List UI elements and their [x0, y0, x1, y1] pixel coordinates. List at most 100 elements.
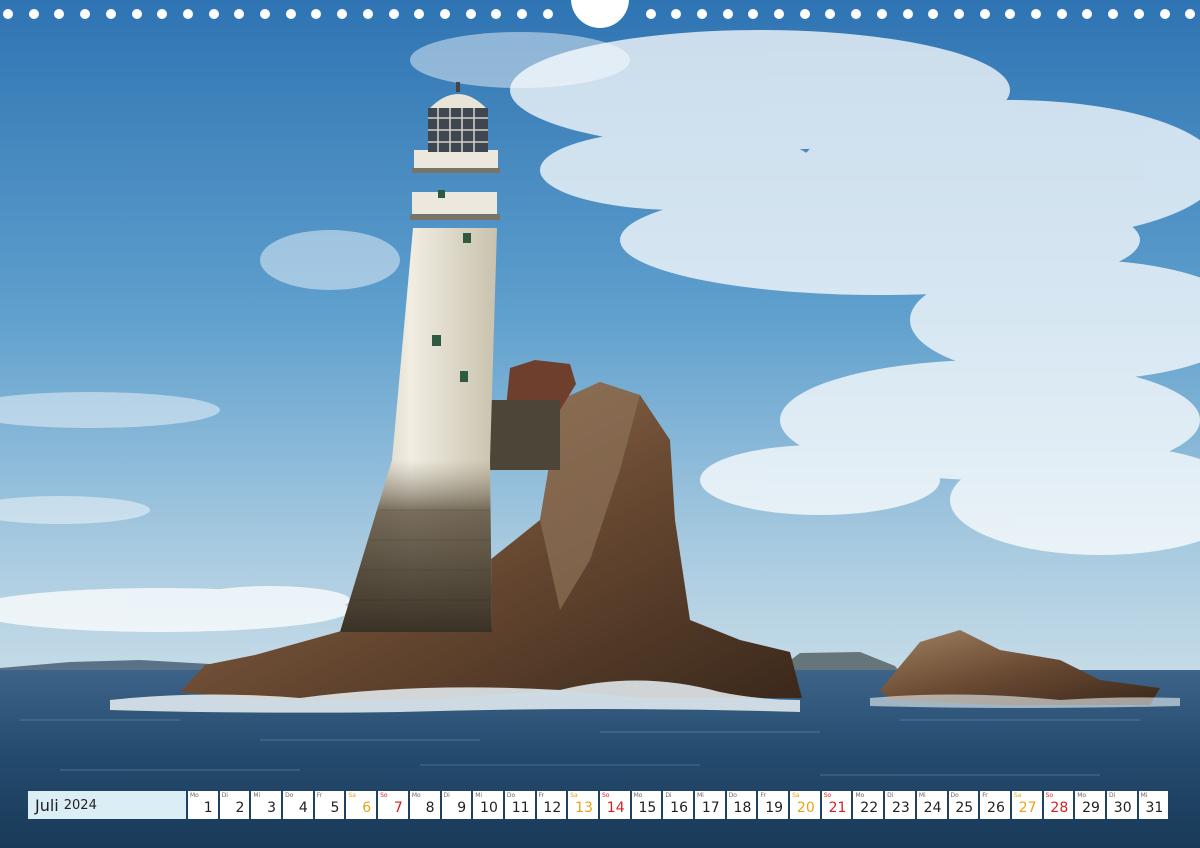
weekday-label: Fr [760, 792, 766, 799]
binding-hole [876, 9, 887, 19]
day-cell: Sa 27 [1011, 791, 1042, 819]
weekday-label: Do [950, 792, 959, 799]
day-number: 5 [330, 800, 340, 816]
day-number: 21 [828, 800, 847, 816]
binding-hole [80, 9, 91, 19]
binding-hole [928, 9, 939, 19]
weekday-label: Do [285, 792, 294, 799]
day-number: 8 [425, 800, 435, 816]
binding-hole [1056, 9, 1067, 19]
day-number: 1 [203, 800, 213, 816]
weekday-label: So [380, 792, 388, 799]
binding-hole [851, 9, 862, 19]
binding-hole [491, 9, 502, 19]
binding-hole [645, 9, 656, 19]
month-title: Juli 2024 [28, 791, 186, 819]
day-number: 28 [1050, 800, 1069, 816]
binding-hole [722, 9, 733, 19]
binding-hole [671, 9, 682, 19]
day-cell: Mo 29 [1075, 791, 1105, 819]
binding-hole [337, 9, 348, 19]
day-cell: Mi 31 [1138, 791, 1169, 819]
day-cell: Mo 8 [409, 791, 440, 819]
weekday-label: Fr [316, 792, 323, 799]
binding-hole [260, 9, 270, 19]
binding-hole [439, 9, 450, 19]
binding-hole [465, 9, 476, 19]
day-number: 11 [511, 800, 530, 816]
day-cell: Fr 26 [980, 791, 1010, 819]
weekday-label: Di [221, 792, 228, 799]
binding-hole [362, 9, 373, 19]
binding-hole [542, 9, 553, 19]
day-cell: So 14 [599, 791, 630, 819]
day-cell: Di 9 [441, 791, 472, 819]
day-cell: Di 2 [219, 791, 250, 819]
day-number: 25 [955, 800, 974, 816]
day-number: 10 [480, 800, 498, 816]
weekday-label: Mi [475, 792, 483, 799]
day-cell: So 21 [821, 791, 852, 819]
binding-hole [953, 9, 964, 19]
weekday-label: Mo [855, 792, 865, 799]
day-number: 17 [701, 800, 720, 816]
binding-hole [285, 9, 296, 19]
weekday-label: Mo [411, 792, 421, 799]
day-cell: Di 16 [663, 791, 693, 819]
day-cell: So 7 [378, 791, 408, 819]
day-cell: So 28 [1043, 791, 1074, 819]
day-cells: Mo 1 Di 2 Mi 3 Do 4 Fr 5 Sa 6 So 7 Mo 8 Di 9 Mi 10 Do 11 Fr 12 S… [188, 791, 1169, 819]
day-cell: Di 23 [885, 791, 915, 819]
day-number: 31 [1145, 800, 1164, 816]
day-number: 9 [457, 800, 467, 816]
day-cell: Do 11 [504, 791, 535, 819]
day-cell: Mi 3 [251, 791, 282, 819]
day-number: 22 [860, 800, 879, 816]
day-cell: Mo 22 [853, 791, 884, 819]
day-cell: Do 18 [726, 791, 757, 819]
day-cell: Di 30 [1106, 791, 1137, 819]
day-cell: Mi 17 [695, 791, 725, 819]
month-name: Juli [35, 795, 59, 815]
day-cell: Mi 24 [916, 791, 947, 819]
binding-hole [1082, 9, 1093, 19]
day-number: 16 [670, 800, 688, 816]
weekday-label: Fr [982, 792, 988, 799]
binding-hole [799, 9, 810, 19]
day-number: 19 [765, 800, 784, 816]
calendar-strip: Juli 2024 Mo 1 Di 2 Mi 3 Do 4 Fr 5 Sa 6 So 7 Mo 8 Di 9 Mi 1… [28, 791, 1169, 819]
binding-hole [3, 9, 13, 19]
weekday-label: Mi [918, 792, 926, 799]
weekday-label: So [1045, 792, 1054, 799]
binding-hole [517, 9, 527, 19]
binding-hole [1133, 9, 1144, 19]
weekday-label: Sa [792, 792, 800, 799]
day-cell: Do 25 [948, 791, 979, 819]
binding-hole [157, 9, 168, 19]
binding-hole [748, 9, 759, 19]
binding-hole [1005, 9, 1016, 19]
weekday-label: Sa [1013, 792, 1022, 799]
binding-hole [1159, 9, 1170, 19]
day-number: 26 [987, 800, 1005, 816]
day-number: 30 [1113, 800, 1132, 816]
binding-hole [1185, 9, 1196, 19]
day-cell: Sa 6 [346, 791, 377, 819]
weekday-label: So [601, 792, 610, 799]
weekday-label: Mo [633, 792, 643, 799]
weekday-label: Mi [1140, 792, 1148, 799]
day-number: 3 [267, 800, 277, 816]
day-cell: Mi 10 [473, 791, 503, 819]
day-number: 4 [298, 800, 308, 816]
day-number: 14 [606, 800, 625, 816]
day-cell: Mo 15 [631, 791, 662, 819]
binding-hole [311, 9, 322, 19]
binding-hole [414, 9, 425, 19]
weekday-label: Do [506, 792, 516, 799]
weekday-label: Di [887, 792, 894, 799]
binding-hole [182, 9, 193, 19]
binding-hole [902, 9, 913, 19]
binding-hole [1031, 9, 1041, 19]
day-cell: Sa 20 [790, 791, 820, 819]
day-number: 18 [733, 800, 752, 816]
